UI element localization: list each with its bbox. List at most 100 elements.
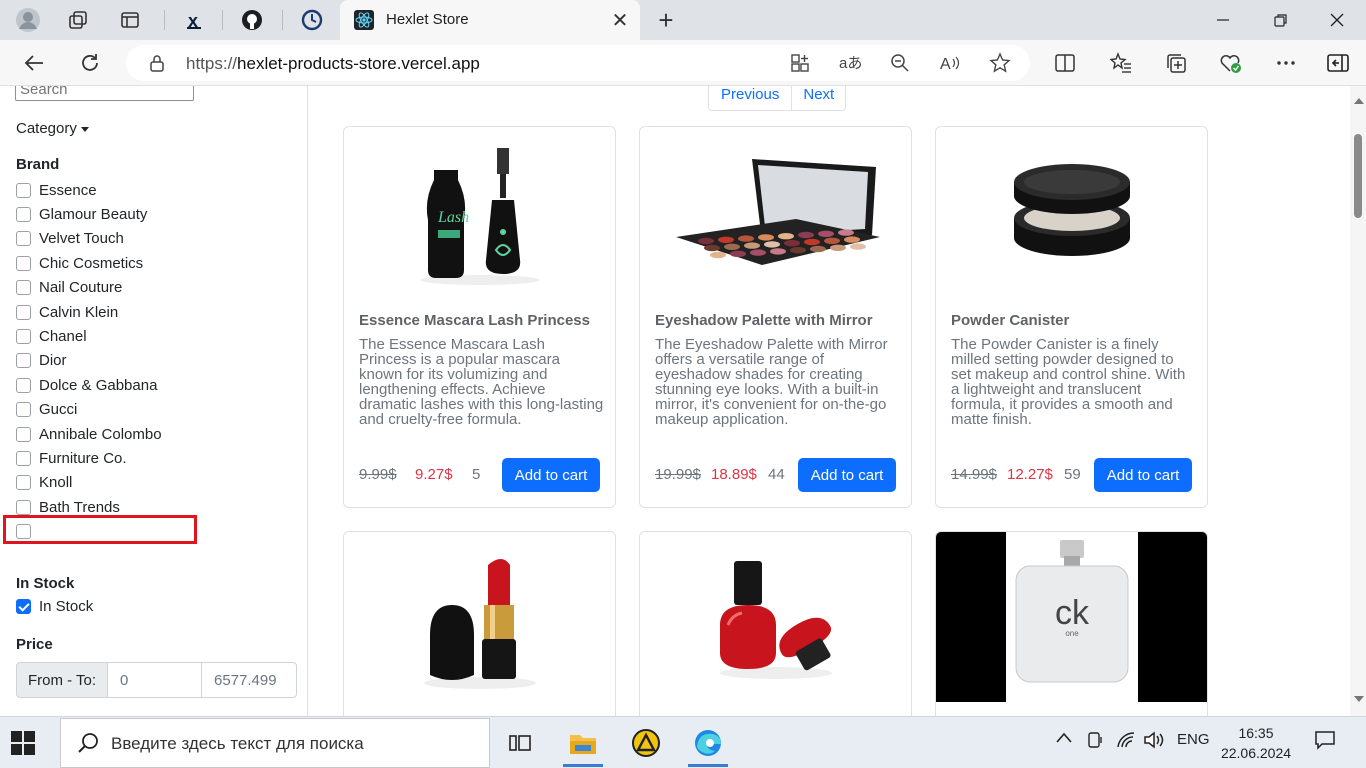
price-to-input[interactable]: 6577.499 <box>202 662 297 698</box>
brand-checkbox-row[interactable]: Furniture Co. <box>16 448 127 468</box>
in-stock-checkbox-row[interactable]: In Stock <box>16 596 93 616</box>
add-to-cart-button[interactable]: Add to cart <box>1094 458 1192 492</box>
language-indicator[interactable]: ENG <box>1177 731 1210 748</box>
brand-checkbox[interactable] <box>16 328 31 344</box>
brand-checkbox-row[interactable]: Chanel <box>16 326 87 346</box>
lock-icon[interactable] <box>148 54 166 72</box>
perfume-label: ck <box>1055 594 1090 632</box>
address-bar[interactable]: https://hexlet-products-store.vercel.app… <box>126 45 1030 81</box>
collections-icon[interactable] <box>1162 49 1190 77</box>
sidebar-toggle-icon[interactable] <box>1324 49 1352 77</box>
category-dropdown[interactable]: Category <box>16 120 89 137</box>
brand-checkbox[interactable] <box>16 499 31 515</box>
search-input[interactable]: Search <box>15 86 194 101</box>
favorites-icon[interactable] <box>1107 49 1135 77</box>
meet-now-icon[interactable] <box>1086 731 1104 753</box>
close-window-icon[interactable] <box>1308 0 1366 40</box>
scroll-up-icon[interactable] <box>1354 98 1364 104</box>
task-view-icon[interactable] <box>496 719 544 767</box>
tab-actions-icon[interactable] <box>116 6 144 34</box>
minimize-icon[interactable] <box>1194 0 1252 40</box>
favorite-star-icon[interactable] <box>986 49 1014 77</box>
next-page-button[interactable]: Next <box>792 86 847 111</box>
refresh-icon[interactable] <box>76 49 104 77</box>
brand-checkbox[interactable] <box>16 475 31 491</box>
brand-checkbox-row[interactable]: Glamour Beauty <box>16 204 147 224</box>
brand-label: Bath Trends <box>39 498 120 516</box>
more-menu-icon[interactable] <box>1272 49 1300 77</box>
brand-checkbox-row[interactable]: Dolce & Gabbana <box>16 375 157 395</box>
brand-checkbox-row[interactable]: Chic Cosmetics <box>16 253 143 273</box>
product-title[interactable]: Eyeshadow Palette with Mirror <box>655 312 900 329</box>
brand-checkbox[interactable] <box>16 353 31 369</box>
previous-page-button[interactable]: Previous <box>708 86 793 111</box>
price-from-input[interactable]: 0 <box>108 662 202 698</box>
zoom-out-icon[interactable] <box>886 49 914 77</box>
profile-icon[interactable] <box>14 6 42 34</box>
brand-checkbox-row[interactable]: Velvet Touch <box>16 229 124 249</box>
file-explorer-icon[interactable] <box>559 719 607 767</box>
category-label: Category <box>16 120 77 137</box>
brand-checkbox-row[interactable]: Knoll <box>16 473 72 493</box>
edge-browser-icon[interactable] <box>684 719 732 767</box>
notifications-icon[interactable] <box>1314 730 1336 754</box>
product-image-powder-canister[interactable] <box>936 127 1207 302</box>
clock-app-icon[interactable] <box>298 6 326 34</box>
page-scrollbar[interactable] <box>1350 86 1366 716</box>
add-to-cart-button[interactable]: Add to cart <box>798 458 896 492</box>
brand-checkbox[interactable] <box>16 280 31 296</box>
windows-taskbar: Введите здесь текст для поиска ENG 16:35… <box>0 716 1366 768</box>
brand-checkbox-row[interactable]: Essence <box>16 180 97 200</box>
system-clock[interactable]: 16:35 22.06.2024 <box>1218 723 1294 763</box>
brand-checkbox-row[interactable]: Calvin Klein <box>16 302 118 322</box>
product-image-lipstick[interactable] <box>344 532 615 707</box>
taskbar-search-box[interactable]: Введите здесь текст для поиска <box>60 718 490 768</box>
windows-start-icon[interactable] <box>10 730 36 756</box>
app-triangle-icon[interactable] <box>622 719 670 767</box>
brand-label: Essence <box>39 181 97 199</box>
wifi-icon[interactable] <box>1116 731 1136 753</box>
brand-checkbox[interactable] <box>16 255 31 271</box>
new-tab-icon[interactable]: + <box>652 5 680 35</box>
product-image-mascara[interactable]: Lash <box>344 127 615 302</box>
brand-title: Brand <box>16 156 60 173</box>
workspaces-icon[interactable] <box>64 6 92 34</box>
brand-checkbox[interactable] <box>16 377 31 393</box>
brand-checkbox-row[interactable]: Annibale Colombo <box>16 424 162 444</box>
product-image-eyeshadow-palette[interactable] <box>640 127 911 302</box>
github-icon[interactable] <box>238 6 266 34</box>
add-to-cart-button[interactable]: Add to cart <box>502 458 600 492</box>
in-stock-checkbox[interactable] <box>16 598 31 614</box>
product-title[interactable]: Powder Canister <box>951 312 1196 329</box>
app-available-icon[interactable] <box>786 49 814 77</box>
restore-icon[interactable] <box>1252 0 1310 40</box>
browser-toolbar: https://hexlet-products-store.vercel.app… <box>0 40 1366 86</box>
tray-chevron-up-icon[interactable] <box>1055 731 1073 749</box>
brand-checkbox[interactable] <box>16 304 31 320</box>
back-icon[interactable] <box>20 49 48 77</box>
browser-essentials-icon[interactable] <box>1217 49 1245 77</box>
translate-icon[interactable]: aあ <box>836 49 864 77</box>
product-title[interactable]: Essence Mascara Lash Princess <box>359 312 604 329</box>
product-image-nail-polish[interactable] <box>640 532 911 707</box>
brand-checkbox[interactable] <box>16 206 31 222</box>
brand-checkbox-row[interactable]: Dior <box>16 351 67 371</box>
in-stock-title: In Stock <box>16 575 75 592</box>
read-aloud-icon[interactable]: A <box>936 49 964 77</box>
brand-checkbox-row[interactable]: Gucci <box>16 400 77 420</box>
brand-checkbox[interactable] <box>16 182 31 198</box>
svg-text:aあ: aあ <box>839 55 861 72</box>
split-screen-icon[interactable] <box>1051 49 1079 77</box>
tab-hexlet-store[interactable]: Hexlet Store ✕ <box>340 0 640 40</box>
product-image-ck-one[interactable]: ck one <box>936 532 1207 702</box>
brand-checkbox[interactable] <box>16 402 31 418</box>
brand-checkbox-row[interactable]: Nail Couture <box>16 278 122 298</box>
volume-icon[interactable] <box>1143 731 1165 753</box>
brand-checkbox[interactable] <box>16 450 31 466</box>
close-tab-icon[interactable]: ✕ <box>606 6 634 34</box>
scroll-down-icon[interactable] <box>1354 696 1364 702</box>
tab-x-icon[interactable]: x <box>180 6 208 34</box>
brand-checkbox[interactable] <box>16 231 31 247</box>
scrollbar-thumb[interactable] <box>1354 134 1362 218</box>
brand-checkbox[interactable] <box>16 426 31 442</box>
